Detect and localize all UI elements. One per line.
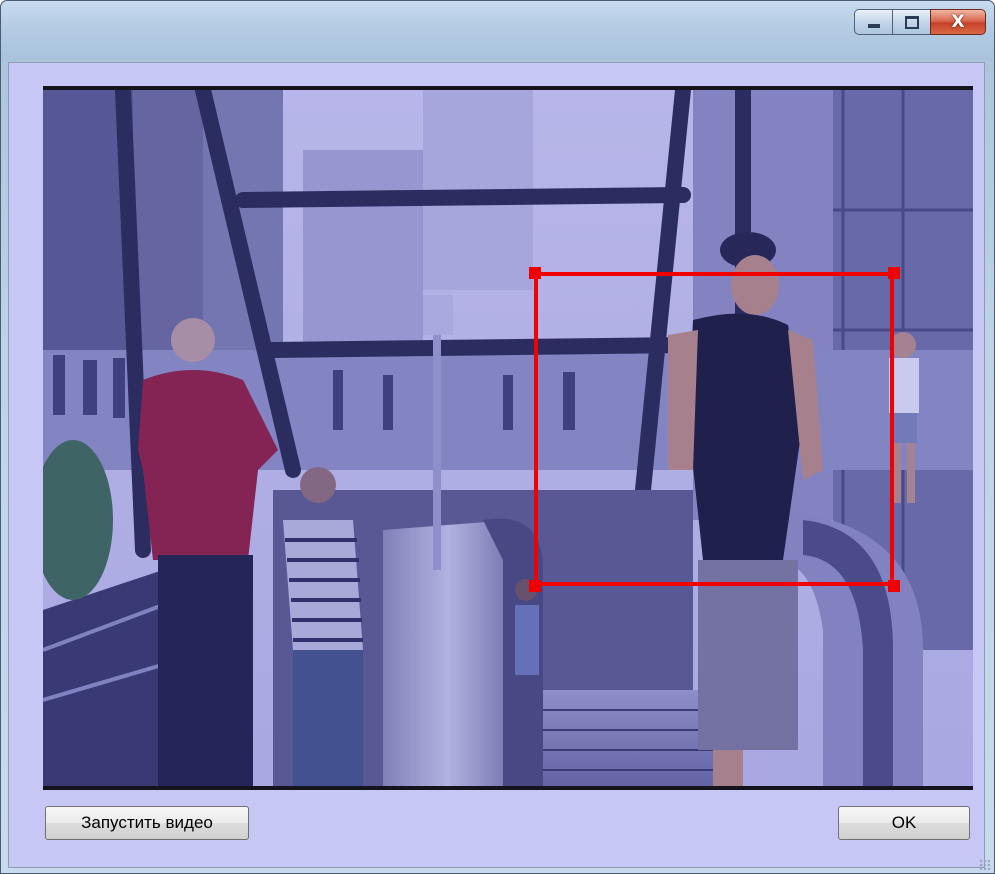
roi-handle-top-right[interactable] xyxy=(888,267,900,279)
ok-button[interactable]: OK xyxy=(838,806,970,840)
title-bar[interactable]: X xyxy=(1,1,994,61)
roi-handle-bottom-left[interactable] xyxy=(529,580,541,592)
minimize-button[interactable] xyxy=(854,9,892,35)
close-button[interactable]: X xyxy=(930,9,986,35)
caption-buttons: X xyxy=(854,9,986,35)
video-preview[interactable] xyxy=(43,86,973,790)
resize-grip[interactable] xyxy=(979,859,991,871)
close-icon: X xyxy=(951,12,965,32)
maximize-icon xyxy=(904,15,919,29)
start-video-button[interactable]: Запустить видео xyxy=(45,806,249,840)
roi-handle-top-left[interactable] xyxy=(529,267,541,279)
maximize-button[interactable] xyxy=(892,9,930,35)
minimize-icon xyxy=(867,24,880,28)
roi-handle-bottom-right[interactable] xyxy=(888,580,900,592)
detection-region-rect[interactable] xyxy=(534,272,894,586)
